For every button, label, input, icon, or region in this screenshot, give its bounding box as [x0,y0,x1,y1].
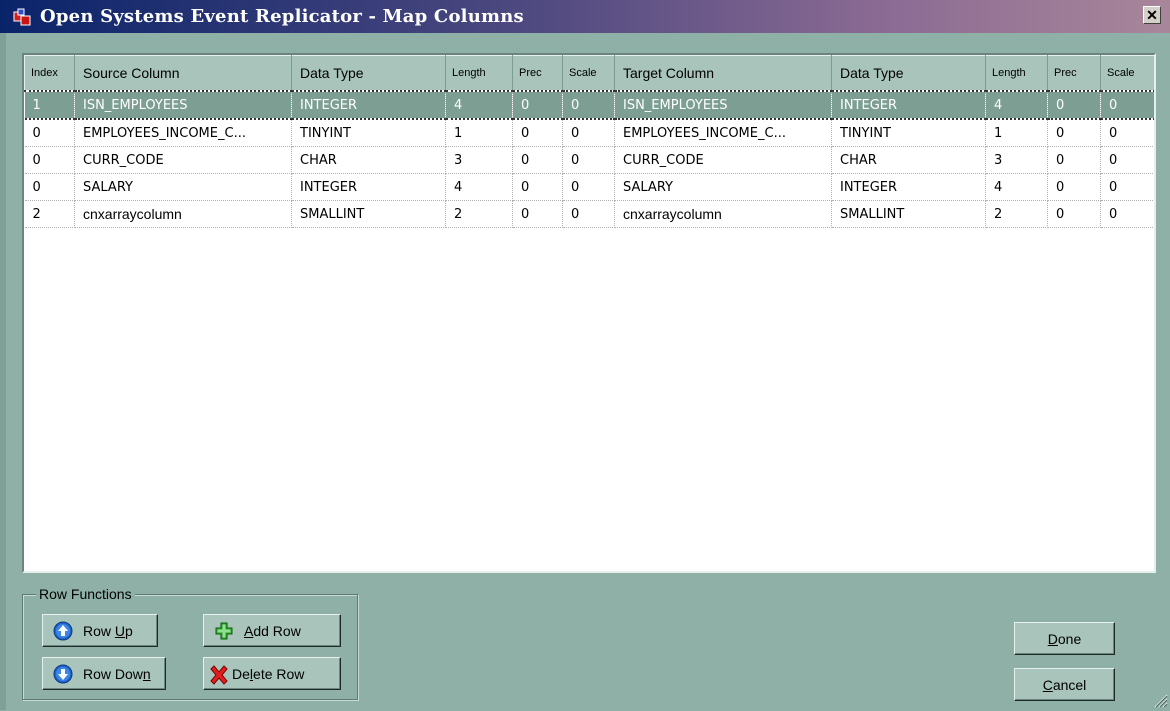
header-target-length[interactable]: Length [985,55,1048,92]
add-row-label: Add Row [244,622,301,639]
cell-source-column[interactable]: SALARY [74,173,292,201]
done-label: Done [1047,630,1082,647]
cell-index[interactable]: 0 [24,146,75,174]
close-button[interactable]: ✕ [1143,6,1161,24]
cell-source-length[interactable]: 4 [445,90,513,120]
resize-grip-icon[interactable] [1152,692,1168,708]
cell-target-column[interactable]: EMPLOYEES_INCOME_C... [614,119,832,147]
cell-source-scale[interactable]: 0 [562,146,615,174]
grid-header-row: Index Source Column Data Type Length Pre… [24,55,1154,92]
row-down-button[interactable]: Row Down [42,657,166,690]
cell-target-data-type[interactable]: INTEGER [831,90,986,120]
add-row-button[interactable]: Add Row [203,614,341,647]
cell-source-column[interactable]: ISN_EMPLOYEES [74,90,292,120]
header-target-column[interactable]: Target Column [614,55,832,92]
cell-target-prec[interactable]: 0 [1047,119,1101,147]
header-source-prec[interactable]: Prec [512,55,563,92]
cell-source-data-type[interactable]: CHAR [291,146,446,174]
cell-target-column[interactable]: CURR_CODE [614,146,832,174]
cell-index[interactable]: 0 [24,119,75,147]
cell-source-data-type[interactable]: TINYINT [291,119,446,147]
row-down-label: Row Down [83,665,151,682]
cancel-label: Cancel [1042,676,1087,693]
cell-target-scale[interactable]: 0 [1100,200,1154,228]
column-mapping-grid[interactable]: Index Source Column Data Type Length Pre… [22,53,1156,573]
cell-target-length[interactable]: 3 [985,146,1048,174]
close-icon: ✕ [1146,7,1158,23]
arrow-up-circle-icon [53,621,73,641]
table-row[interactable]: 2 cnxarraycolumn SMALLINT 2 0 0 cnxarraycolumn… [24,200,1154,228]
cell-target-column[interactable]: ISN_EMPLOYEES [614,90,832,120]
cell-target-prec[interactable]: 0 [1047,200,1101,228]
header-source-column[interactable]: Source Column [74,55,292,92]
cell-source-column[interactable]: cnxarraycolumn [74,200,292,228]
cell-index[interactable]: 2 [24,200,75,228]
cell-target-column[interactable]: cnxarraycolumn [614,200,832,228]
cell-target-data-type[interactable]: CHAR [831,146,986,174]
cell-source-scale[interactable]: 0 [562,90,615,120]
cell-target-length[interactable]: 4 [985,90,1048,120]
cell-target-scale[interactable]: 0 [1100,119,1154,147]
cell-target-data-type[interactable]: SMALLINT [831,200,986,228]
header-source-length[interactable]: Length [445,55,513,92]
title-bar[interactable]: Open Systems Event Replicator - Map Colu… [0,0,1170,33]
cell-source-prec[interactable]: 0 [512,119,563,147]
cell-target-column[interactable]: SALARY [614,173,832,201]
grid-body: 1 ISN_EMPLOYEES INTEGER 4 0 0 ISN_EMPLOYEES INT… [24,90,1154,228]
delete-row-button[interactable]: Delete Row [203,657,341,690]
header-target-prec[interactable]: Prec [1047,55,1101,92]
window-frame [0,33,6,710]
cell-source-column[interactable]: CURR_CODE [74,146,292,174]
header-target-data-type[interactable]: Data Type [831,55,986,92]
cancel-button[interactable]: Cancel [1014,668,1115,701]
cell-source-scale[interactable]: 0 [562,200,615,228]
cell-target-data-type[interactable]: TINYINT [831,119,986,147]
row-up-label: Row Up [83,622,133,639]
cell-target-scale[interactable]: 0 [1100,90,1154,120]
window-title: Open Systems Event Replicator - Map Colu… [40,6,524,27]
header-index[interactable]: Index [24,55,75,92]
cell-target-length[interactable]: 4 [985,173,1048,201]
cell-source-data-type[interactable]: INTEGER [291,90,446,120]
cell-source-length[interactable]: 3 [445,146,513,174]
cell-target-length[interactable]: 1 [985,119,1048,147]
cell-target-scale[interactable]: 0 [1100,173,1154,201]
done-button[interactable]: Done [1014,622,1115,655]
row-functions-label: Row Functions [36,586,135,602]
cell-target-prec[interactable]: 0 [1047,173,1101,201]
cell-source-length[interactable]: 2 [445,200,513,228]
cell-source-prec[interactable]: 0 [512,200,563,228]
table-row[interactable]: 0 SALARY INTEGER 4 0 0 SALARY INTEGER 4 0 0 [24,173,1154,201]
cell-source-data-type[interactable]: INTEGER [291,173,446,201]
plus-icon [214,621,234,641]
cell-source-column[interactable]: EMPLOYEES_INCOME_C... [74,119,292,147]
cell-source-length[interactable]: 4 [445,173,513,201]
table-row[interactable]: 0 CURR_CODE CHAR 3 0 0 CURR_CODE CHAR 3 0 0 [24,146,1154,174]
cell-target-prec[interactable]: 0 [1047,146,1101,174]
cell-target-scale[interactable]: 0 [1100,146,1154,174]
delete-x-icon [208,664,228,685]
delete-row-label: Delete Row [232,665,305,682]
cell-source-scale[interactable]: 0 [562,173,615,201]
table-row[interactable]: 1 ISN_EMPLOYEES INTEGER 4 0 0 ISN_EMPLOYEES INT… [24,90,1154,120]
cell-source-prec[interactable]: 0 [512,146,563,174]
cell-target-length[interactable]: 2 [985,200,1048,228]
header-source-scale[interactable]: Scale [562,55,615,92]
cell-source-data-type[interactable]: SMALLINT [291,200,446,228]
row-up-button[interactable]: Row Up [42,614,158,647]
cell-source-length[interactable]: 1 [445,119,513,147]
app-icon [12,7,32,27]
cell-index[interactable]: 0 [24,173,75,201]
cell-target-data-type[interactable]: INTEGER [831,173,986,201]
arrow-down-circle-icon [53,664,73,684]
table-row[interactable]: 0 EMPLOYEES_INCOME_C... TINYINT 1 0 0 EMPLOYEE… [24,119,1154,147]
header-source-data-type[interactable]: Data Type [291,55,446,92]
cell-target-prec[interactable]: 0 [1047,90,1101,120]
cell-source-prec[interactable]: 0 [512,173,563,201]
cell-source-scale[interactable]: 0 [562,119,615,147]
cell-source-prec[interactable]: 0 [512,90,563,120]
header-target-scale[interactable]: Scale [1100,55,1154,92]
cell-index[interactable]: 1 [24,90,75,120]
